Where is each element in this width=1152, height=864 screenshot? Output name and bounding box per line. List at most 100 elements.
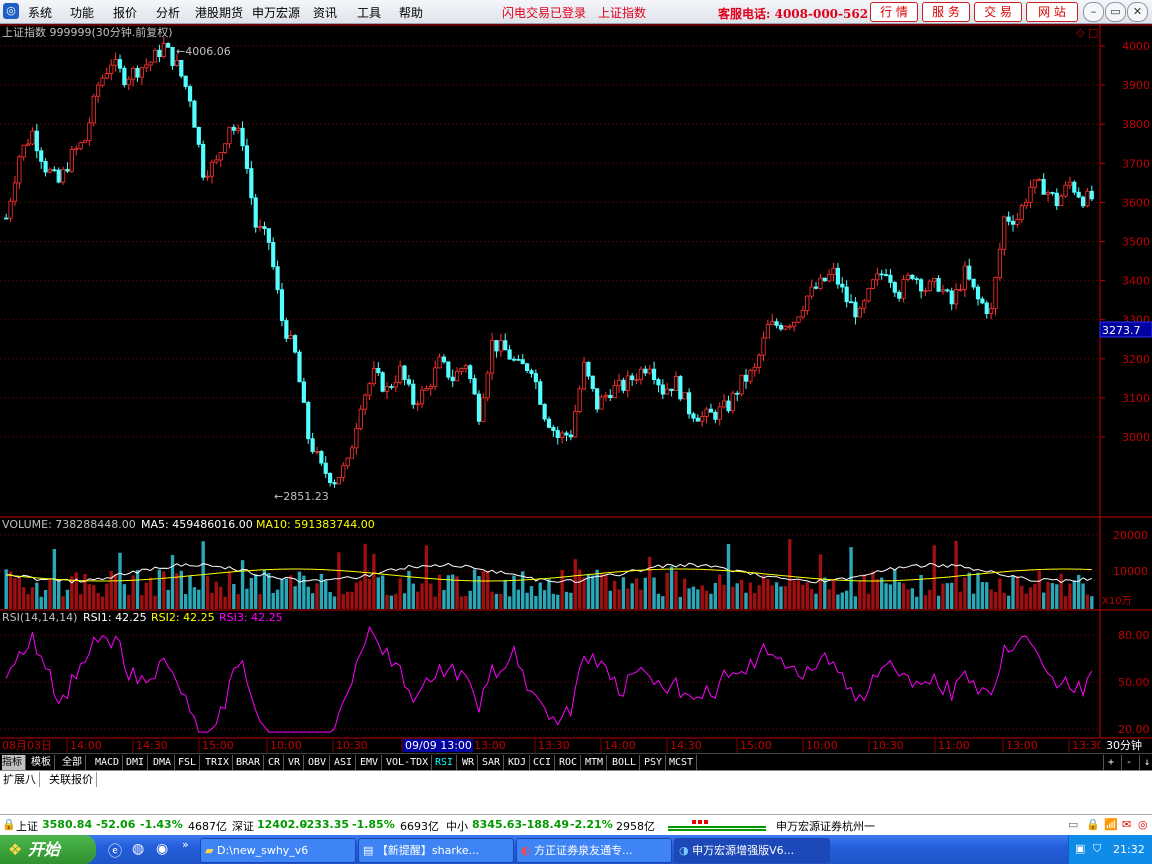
zx-index-name[interactable]: 中小: [446, 818, 468, 834]
indicator-sar[interactable]: SAR: [482, 755, 505, 770]
indicator-cr[interactable]: CR: [268, 755, 285, 770]
indicator-roc[interactable]: ROC: [559, 755, 582, 770]
indicator-wr[interactable]: WR: [462, 755, 479, 770]
candle-body: [222, 143, 228, 153]
stock-chart[interactable]: 4000390038003700360035003400330032003100…: [0, 24, 1152, 753]
service-button[interactable]: 服 务: [922, 2, 970, 22]
candle-body: [665, 388, 670, 395]
scroll-down-button[interactable]: ↓: [1139, 755, 1152, 770]
indicator-fsl[interactable]: FSL: [178, 755, 201, 770]
indicator-trix[interactable]: TRIX: [205, 755, 234, 770]
market-button[interactable]: 行 情: [870, 2, 918, 22]
candle-body: [783, 325, 788, 330]
candle-body: [363, 394, 368, 410]
candle-body: [96, 84, 101, 97]
flash-trade-status[interactable]: 闪电交易已登录: [502, 4, 586, 21]
chrome-icon[interactable]: ◉: [156, 841, 168, 857]
task-explorer[interactable]: ▰ D:\new_swhy_v6: [200, 838, 356, 863]
candle-body: [1010, 220, 1016, 225]
menu-news[interactable]: 资讯: [313, 4, 337, 21]
menu-tools[interactable]: 工具: [357, 4, 381, 21]
indicator-rsi[interactable]: RSI: [435, 755, 458, 770]
indicator-boll[interactable]: BOLL: [612, 755, 641, 770]
network-icon[interactable]: ▣: [1075, 842, 1085, 855]
indicator-cci[interactable]: CCI: [533, 755, 556, 770]
candle-body: [612, 385, 617, 399]
window-icon[interactable]: ▭: [1068, 818, 1078, 831]
candle-body: [135, 67, 140, 78]
indicator-mtm[interactable]: MTM: [585, 755, 608, 770]
indicator-[interactable]: 模板: [31, 755, 55, 770]
menu-system[interactable]: 系统: [28, 4, 52, 21]
volume-bar: [840, 592, 844, 609]
indicator-dmi[interactable]: DMI: [126, 755, 149, 770]
candle-body: [923, 290, 928, 293]
candle-body: [621, 379, 626, 391]
sz-index-name[interactable]: 深证: [232, 818, 254, 834]
volume-bar: [661, 596, 665, 609]
indicator-brar[interactable]: BRAR: [236, 755, 265, 770]
indicator-[interactable]: 全部: [62, 755, 86, 770]
indicator-[interactable]: 指标: [2, 755, 26, 770]
volume-bar: [1046, 581, 1050, 609]
zoom-in-button[interactable]: +: [1103, 755, 1118, 770]
volume-bar: [280, 579, 284, 609]
close-icon[interactable]: ✕: [1127, 2, 1148, 22]
indicator-mcst[interactable]: MCST: [669, 755, 698, 770]
trade-button[interactable]: 交 易: [974, 2, 1022, 22]
indicator-asi[interactable]: ASI: [334, 755, 357, 770]
lock-small-icon[interactable]: 🔒: [1086, 818, 1100, 831]
volume-bar: [1015, 575, 1020, 609]
tab-extended[interactable]: 扩展八: [0, 772, 40, 787]
volume-bar: [897, 582, 901, 609]
candle-body: [65, 169, 70, 172]
candle-body: [831, 267, 836, 275]
indicator-obv[interactable]: OBV: [308, 755, 331, 770]
menu-hk-futures[interactable]: 港股期货: [195, 4, 243, 21]
candle-body: [498, 340, 503, 352]
candle-body: [301, 381, 306, 403]
candle-body: [678, 376, 683, 400]
task-swhy[interactable]: ◑ 申万宏源增强版V6...: [674, 838, 830, 863]
candle-body: [433, 367, 438, 387]
overflow-chevron-icon[interactable]: »: [182, 838, 189, 851]
volume-bar: [906, 589, 910, 609]
indicator-vr[interactable]: VR: [288, 755, 305, 770]
browser-icon[interactable]: ◍: [132, 841, 144, 857]
indicator-kdj[interactable]: KDJ: [508, 755, 531, 770]
folder-icon: ▰: [205, 844, 214, 857]
app-logo-icon[interactable]: ◎: [3, 3, 19, 19]
task-explorer-label: D:\new_swhy_v6: [216, 844, 309, 857]
indicator-emv[interactable]: EMV: [360, 755, 383, 770]
website-button[interactable]: 网 站: [1026, 2, 1078, 22]
indicator-voltdx[interactable]: VOL-TDX: [386, 755, 433, 770]
zoom-out-button[interactable]: -: [1121, 755, 1136, 770]
volume-bar: [932, 545, 936, 609]
task-founder-securities[interactable]: ◐ 方正证券泉友通专...: [516, 838, 672, 863]
shield-icon[interactable]: ⛉: [1093, 842, 1101, 856]
menu-function[interactable]: 功能: [70, 4, 94, 21]
volume-ma10-label: MA10: 591383744.00: [256, 518, 375, 531]
diamond-icon: ◇: [1076, 26, 1085, 39]
indicator-dma[interactable]: DMA: [153, 755, 176, 770]
minimize-icon[interactable]: –: [1083, 2, 1104, 22]
start-button[interactable]: ❖ 开始: [0, 835, 96, 864]
sh-index-name[interactable]: 上证: [16, 818, 38, 834]
ring-icon[interactable]: ◎: [1138, 818, 1148, 831]
ie-icon[interactable]: ⓔ: [108, 841, 122, 861]
volume-bar: [218, 586, 223, 609]
windows-taskbar: ❖ 开始 ⓔ ◍ ◉ » ▰ D:\new_swhy_v6 ▤ 【新提醒】sha…: [0, 835, 1152, 864]
candle-body: [722, 400, 727, 408]
indicator-psy[interactable]: PSY: [644, 755, 667, 770]
menu-quote[interactable]: 报价: [113, 4, 137, 21]
restore-icon[interactable]: ▭: [1105, 2, 1126, 22]
candle-body: [192, 100, 197, 128]
menu-analysis[interactable]: 分析: [156, 4, 180, 21]
menu-swhy[interactable]: 申万宏源: [252, 4, 300, 21]
tab-related-quote[interactable]: 关联报价: [46, 772, 97, 787]
chat-icon[interactable]: ✉: [1122, 818, 1131, 831]
task-browser-remind[interactable]: ▤ 【新提醒】sharke...: [358, 838, 514, 863]
menu-help[interactable]: 帮助: [399, 4, 423, 21]
signal-icon[interactable]: 📶: [1104, 818, 1118, 831]
indicator-macd[interactable]: MACD: [95, 755, 124, 770]
